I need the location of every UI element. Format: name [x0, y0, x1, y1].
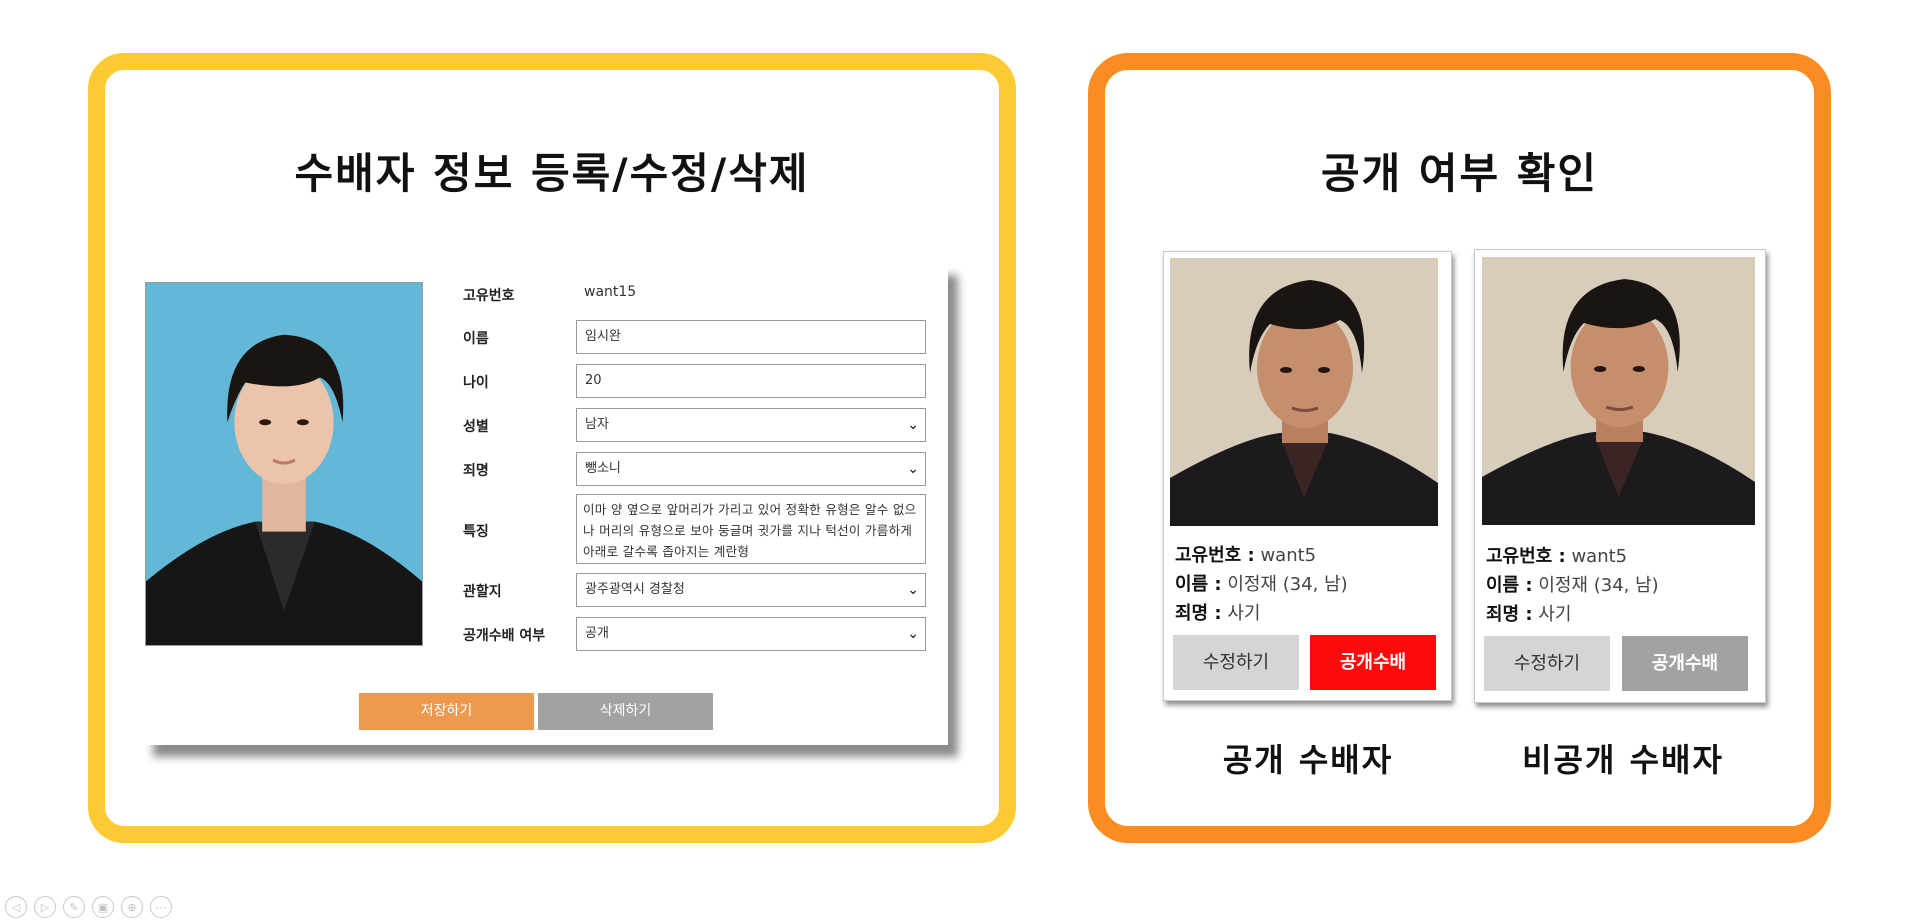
card-name: 이름 : 이정재 (34, 남) — [1175, 570, 1348, 596]
card-id-label: 고유번호 : — [1486, 546, 1566, 567]
delete-button[interactable]: 삭제하기 — [538, 693, 713, 730]
jurisdiction-select[interactable]: 광주광역시 경찰청 ⌄ — [576, 573, 926, 607]
id-value: want15 — [584, 284, 637, 300]
card-id-value: want5 — [1254, 545, 1317, 566]
slides-icon[interactable]: ▣ — [92, 896, 114, 918]
card-name-value: 이정재 (34, 남) — [1532, 575, 1659, 596]
edit-button[interactable]: 수정하기 — [1173, 635, 1299, 690]
gender-select-value: 남자 — [585, 417, 609, 432]
chevron-down-icon: ⌄ — [907, 417, 919, 433]
edit-button[interactable]: 수정하기 — [1484, 636, 1610, 691]
card-crime-value: 사기 — [1221, 603, 1261, 624]
save-button[interactable]: 저장하기 — [359, 693, 534, 730]
slideshow-toolbar: ◁ ▷ ✎ ▣ ⊕ ⋯ — [5, 896, 172, 918]
caption-public-wanted: 공개 수배자 — [1222, 741, 1394, 779]
age-field[interactable]: 20 — [576, 364, 926, 398]
public-wanted-select[interactable]: 공개 ⌄ — [576, 617, 926, 651]
id-label: 고유번호 — [463, 288, 515, 304]
crime-label: 죄명 — [463, 463, 489, 479]
card-name-label: 이름 : — [1486, 575, 1533, 596]
pen-icon[interactable]: ✎ — [63, 896, 85, 918]
next-icon[interactable]: ▷ — [34, 896, 56, 918]
suspect-photo — [1482, 257, 1755, 525]
crime-select-value: 뺑소니 — [585, 461, 621, 476]
age-label: 나이 — [463, 375, 489, 391]
panel-title: 수배자 정보 등록/수정/삭제 — [294, 149, 810, 198]
chevron-down-icon: ⌄ — [907, 626, 919, 642]
gender-label: 성별 — [463, 419, 489, 435]
card-id: 고유번호 : want5 — [1175, 541, 1316, 567]
name-field[interactable]: 임시완 — [576, 320, 926, 354]
card-crime: 죄명 : 사기 — [1175, 599, 1260, 625]
public-wanted-button[interactable]: 공개수배 — [1310, 635, 1436, 690]
feature-textarea[interactable]: 이마 양 옆으로 앞머리가 가리고 있어 정확한 유형은 알수 없으나 머리의 … — [576, 494, 926, 564]
wanted-card-private: 고유번호 : want5 이름 : 이정재 (34, 남) 죄명 : 사기 수정… — [1474, 249, 1766, 703]
card-id-value: want5 — [1565, 546, 1628, 567]
chevron-down-icon: ⌄ — [907, 582, 919, 598]
card-id: 고유번호 : want5 — [1486, 542, 1627, 568]
jurisdiction-label: 관할지 — [463, 584, 502, 600]
crime-select[interactable]: 뺑소니 ⌄ — [576, 452, 926, 486]
card-id-label: 고유번호 : — [1175, 545, 1255, 566]
wanted-card-public: 고유번호 : want5 이름 : 이정재 (34, 남) 죄명 : 사기 수정… — [1163, 251, 1452, 701]
suspect-photo — [1170, 258, 1438, 526]
panel-title: 공개 여부 확인 — [1320, 149, 1599, 198]
prev-icon[interactable]: ◁ — [5, 896, 27, 918]
card-name-label: 이름 : — [1175, 574, 1222, 595]
caption-private-wanted: 비공개 수배자 — [1522, 741, 1724, 779]
public-wanted-select-value: 공개 — [585, 626, 609, 641]
card-name-value: 이정재 (34, 남) — [1221, 574, 1348, 595]
card-crime-label: 죄명 : — [1175, 603, 1222, 624]
feature-label: 특징 — [463, 524, 489, 540]
gender-select[interactable]: 남자 ⌄ — [576, 408, 926, 442]
jurisdiction-select-value: 광주광역시 경찰청 — [585, 582, 685, 597]
public-wanted-button[interactable]: 공개수배 — [1622, 636, 1748, 691]
chevron-down-icon: ⌄ — [907, 461, 919, 477]
card-crime: 죄명 : 사기 — [1486, 600, 1571, 626]
suspect-photo — [145, 282, 423, 646]
card-name: 이름 : 이정재 (34, 남) — [1486, 571, 1659, 597]
zoom-icon[interactable]: ⊕ — [121, 896, 143, 918]
card-crime-value: 사기 — [1532, 604, 1572, 625]
wanted-edit-form: 고유번호 want15 이름 임시완 나이 20 성별 남자 ⌄ 죄명 뺑소니 … — [143, 263, 948, 745]
more-icon[interactable]: ⋯ — [150, 896, 172, 918]
public-wanted-label: 공개수배 여부 — [463, 628, 546, 644]
name-label: 이름 — [463, 331, 489, 347]
card-crime-label: 죄명 : — [1486, 604, 1533, 625]
